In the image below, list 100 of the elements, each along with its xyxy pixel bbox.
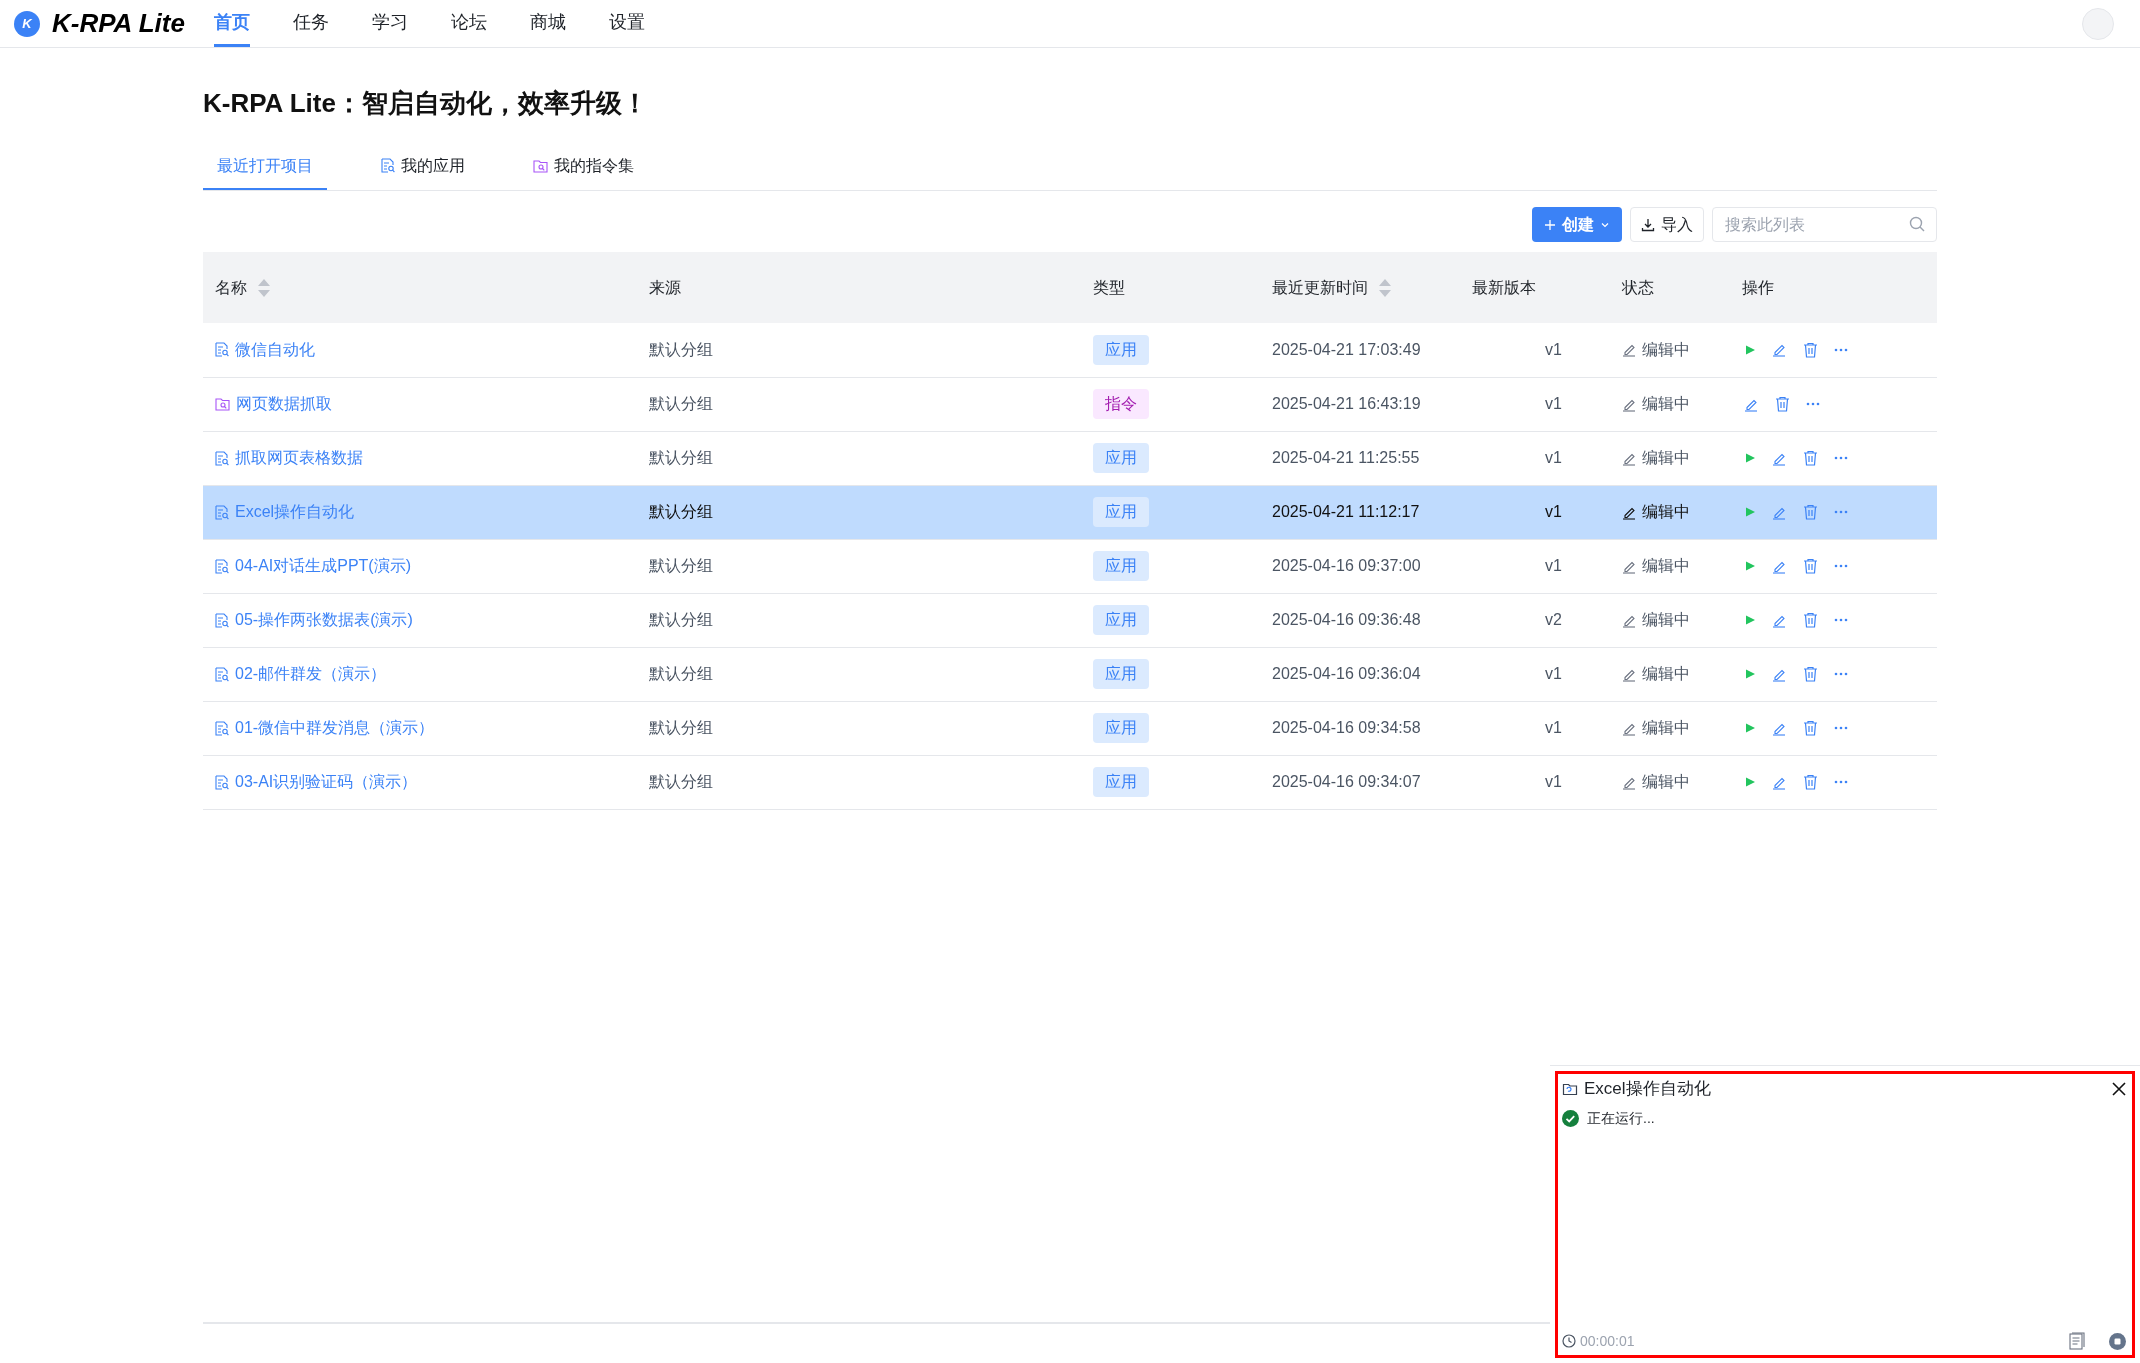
project-link[interactable]: 05-操作两张数据表(演示): [235, 608, 413, 632]
column-header[interactable]: 名称: [215, 275, 247, 300]
project-link[interactable]: 微信自动化: [235, 337, 315, 362]
table-row[interactable]: 02-邮件群发（演示） 默认分组 应用 2025-04-16 09:36:04 v1 编辑中: [203, 647, 1937, 701]
type-tag: 应用: [1093, 551, 1149, 581]
column-header[interactable]: 类型: [1093, 275, 1125, 300]
column-header[interactable]: 来源: [649, 275, 681, 300]
play-button[interactable]: [1744, 614, 1756, 626]
more-button[interactable]: [1834, 347, 1848, 352]
check-circle-icon: [1562, 1110, 1579, 1127]
nav-link[interactable]: 学习: [372, 0, 408, 47]
source-text: 默认分组: [649, 340, 713, 358]
document-icon: [381, 158, 395, 173]
version-text: v1: [1545, 719, 1562, 736]
more-button[interactable]: [1834, 672, 1848, 676]
import-button[interactable]: 导入: [1630, 207, 1704, 242]
status-text: 编辑中: [1642, 502, 1690, 522]
document-icon: [215, 612, 229, 628]
more-button[interactable]: [1834, 726, 1848, 730]
close-button[interactable]: [2110, 1080, 2128, 1098]
create-button[interactable]: 创建: [1532, 207, 1622, 242]
type-tag: 应用: [1093, 767, 1149, 797]
app-name: K-RPA Lite: [52, 7, 185, 40]
play-button[interactable]: [1744, 343, 1756, 356]
pencil-icon: [1622, 342, 1637, 358]
search-field[interactable]: 搜索此列表: [1712, 207, 1937, 242]
delete-button[interactable]: [1803, 558, 1818, 574]
document-icon: [215, 504, 229, 520]
project-link[interactable]: 01-微信中群发消息（演示）: [235, 716, 435, 740]
delete-button[interactable]: [1803, 666, 1818, 682]
more-button[interactable]: [1834, 618, 1848, 622]
more-button[interactable]: [1834, 456, 1848, 460]
project-link[interactable]: 抓取网页表格数据: [235, 446, 363, 470]
tab[interactable]: 我的应用: [367, 143, 479, 190]
nav-link[interactable]: 论坛: [451, 0, 487, 47]
nav-link[interactable]: 首页: [214, 0, 250, 47]
version-text: v1: [1545, 773, 1562, 790]
source-text: 默认分组: [649, 665, 713, 682]
source-text: 默认分组: [649, 503, 713, 520]
play-button[interactable]: [1744, 668, 1756, 680]
delete-button[interactable]: [1803, 612, 1818, 628]
column-header[interactable]: 最新版本: [1472, 275, 1536, 300]
updated-time: 2025-04-16 09:34:07: [1272, 773, 1421, 790]
sort-icon[interactable]: [257, 277, 271, 298]
project-link[interactable]: 网页数据抓取: [236, 392, 332, 416]
column-header[interactable]: 操作: [1742, 275, 1774, 300]
nav-link[interactable]: 设置: [609, 0, 645, 47]
folder-icon: [1562, 1081, 1578, 1097]
column-header[interactable]: 状态: [1622, 275, 1654, 300]
table-row[interactable]: 微信自动化 默认分组 应用 2025-04-21 17:03:49 v1 编辑中: [203, 323, 1937, 377]
table-row[interactable]: 05-操作两张数据表(演示) 默认分组 应用 2025-04-16 09:36:48 v2 编辑中: [203, 593, 1937, 647]
delete-button[interactable]: [1803, 341, 1818, 358]
source-text: 默认分组: [649, 395, 713, 412]
column-header[interactable]: 最近更新时间: [1272, 275, 1368, 300]
delete-button[interactable]: [1803, 720, 1818, 736]
delete-button[interactable]: [1803, 774, 1818, 790]
logo-icon: K: [14, 10, 40, 37]
delete-button[interactable]: [1803, 504, 1818, 520]
project-link[interactable]: 02-邮件群发（演示）: [235, 662, 387, 686]
type-tag: 应用: [1093, 659, 1149, 689]
plus-icon: [1544, 218, 1556, 231]
play-button[interactable]: [1744, 722, 1756, 734]
delete-button[interactable]: [1775, 396, 1790, 412]
more-button[interactable]: [1834, 564, 1848, 568]
edit-button[interactable]: [1772, 342, 1787, 358]
document-icon: [215, 720, 229, 736]
nav-link[interactable]: 商城: [530, 0, 566, 47]
status-text: 编辑中: [1642, 448, 1690, 468]
project-link[interactable]: 03-AI识别验证码（演示）: [235, 770, 418, 794]
play-button[interactable]: [1744, 560, 1756, 572]
version-text: v1: [1545, 395, 1562, 412]
table-row[interactable]: 抓取网页表格数据 默认分组 应用 2025-04-21 11:25:55 v1 编辑中: [203, 431, 1937, 485]
table-row[interactable]: 01-微信中群发消息（演示） 默认分组 应用 2025-04-16 09:34:58 v1 编辑中: [203, 701, 1937, 755]
more-button[interactable]: [1806, 402, 1820, 406]
table-row[interactable]: 04-AI对话生成PPT(演示) 默认分组 应用 2025-04-16 09:37:00 v1 编辑中: [203, 539, 1937, 593]
table-row[interactable]: 网页数据抓取 默认分组 指令 2025-04-21 16:43:19 v1 编辑中: [203, 377, 1937, 431]
more-button[interactable]: [1834, 780, 1848, 784]
status-text: 编辑中: [1642, 772, 1690, 792]
tab[interactable]: 我的指令集: [519, 143, 648, 190]
source-text: 默认分组: [649, 611, 713, 628]
table-row[interactable]: 03-AI识别验证码（演示） 默认分组 应用 2025-04-16 09:34:07 v1 编辑中: [203, 755, 1937, 809]
more-button[interactable]: [1834, 510, 1848, 514]
type-tag: 应用: [1093, 443, 1149, 473]
run-panel-title: Excel操作自动化: [1584, 1078, 1711, 1101]
nav-link[interactable]: 任务: [293, 0, 329, 47]
sort-icon[interactable]: [1378, 277, 1392, 298]
tab[interactable]: 最近打开项目: [203, 143, 327, 190]
play-button[interactable]: [1744, 506, 1756, 518]
stop-button[interactable]: [2109, 1332, 2126, 1350]
elapsed-time: 00:00:01: [1580, 1331, 1635, 1351]
log-button[interactable]: [2069, 1332, 2085, 1350]
type-tag: 应用: [1093, 713, 1149, 743]
version-text: v1: [1545, 340, 1562, 358]
play-button[interactable]: [1744, 452, 1756, 464]
delete-button[interactable]: [1803, 450, 1818, 466]
document-icon: [215, 450, 229, 466]
status-text: 编辑中: [1642, 718, 1690, 738]
project-link[interactable]: 04-AI对话生成PPT(演示): [235, 554, 411, 578]
status-text: 编辑中: [1642, 610, 1690, 630]
play-button[interactable]: [1744, 776, 1756, 788]
